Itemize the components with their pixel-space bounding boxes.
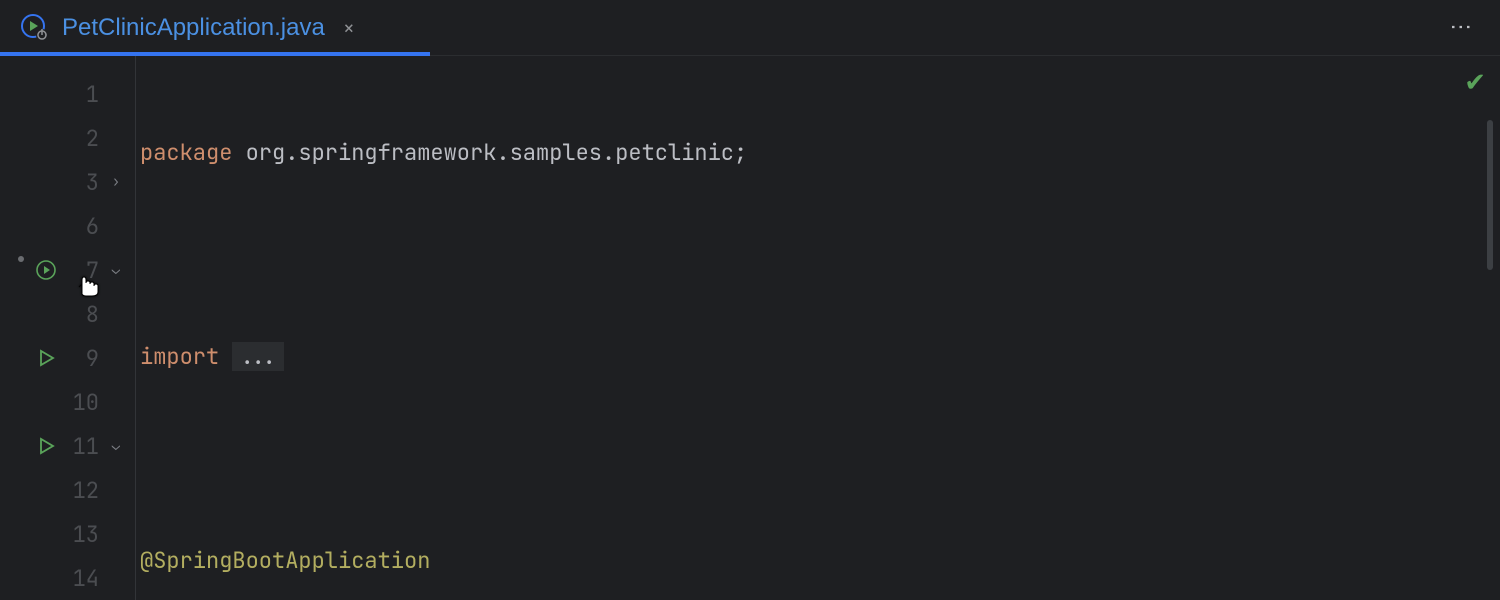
inspection-rail: ✔ — [1476, 64, 1494, 584]
annotation: @SpringBootApplication — [140, 546, 430, 575]
scrollbar-thumb[interactable] — [1487, 120, 1493, 270]
play-icon[interactable] — [36, 348, 56, 368]
code-token: package — [140, 138, 232, 167]
close-icon[interactable]: × — [343, 15, 355, 41]
tab-filename: PetClinicApplication.java — [62, 14, 325, 42]
play-icon[interactable] — [36, 436, 56, 456]
line-number[interactable]: 11 — [65, 432, 99, 461]
chevron-down-icon[interactable]: ⌄ — [112, 437, 120, 455]
run-config-icon — [20, 13, 50, 43]
line-number[interactable]: 7 — [65, 256, 99, 285]
code-token: org.springframework.samples.petclinic; — [232, 138, 747, 167]
line-number[interactable]: 8 — [65, 300, 99, 329]
file-tab[interactable]: PetClinicApplication.java × — [0, 0, 373, 55]
line-number[interactable]: 14 — [65, 564, 99, 593]
line-number[interactable]: 13 — [65, 520, 99, 549]
gutter: 1 2 3 › 6 7 ⌄ 8 9 10 11 ⌄ 12 13 14 — [0, 56, 136, 600]
line-number[interactable]: 12 — [65, 476, 99, 505]
code-content[interactable]: package org.springframework.samples.petc… — [136, 56, 985, 600]
code-editor[interactable]: 1 2 3 › 6 7 ⌄ 8 9 10 11 ⌄ 12 13 14 package … — [0, 56, 1500, 600]
line-number[interactable]: 6 — [65, 212, 99, 241]
line-number[interactable]: 2 — [65, 124, 99, 153]
chevron-down-icon[interactable]: ⌄ — [112, 261, 120, 279]
breakpoint-indicator[interactable] — [18, 256, 24, 262]
line-number[interactable]: 10 — [65, 388, 99, 417]
line-number[interactable]: 3 — [65, 168, 99, 197]
line-number[interactable]: 1 — [65, 80, 99, 109]
inspection-ok-icon[interactable]: ✔ — [1464, 64, 1486, 99]
code-token: import — [140, 342, 219, 371]
folded-region[interactable]: ... — [232, 342, 284, 371]
more-icon[interactable]: ⋮ — [1447, 16, 1476, 40]
editor-tabbar: PetClinicApplication.java × ⋮ — [0, 0, 1500, 56]
line-number[interactable]: 9 — [65, 344, 99, 373]
play-icon[interactable] — [36, 260, 56, 280]
chevron-right-icon[interactable]: › — [112, 173, 120, 191]
